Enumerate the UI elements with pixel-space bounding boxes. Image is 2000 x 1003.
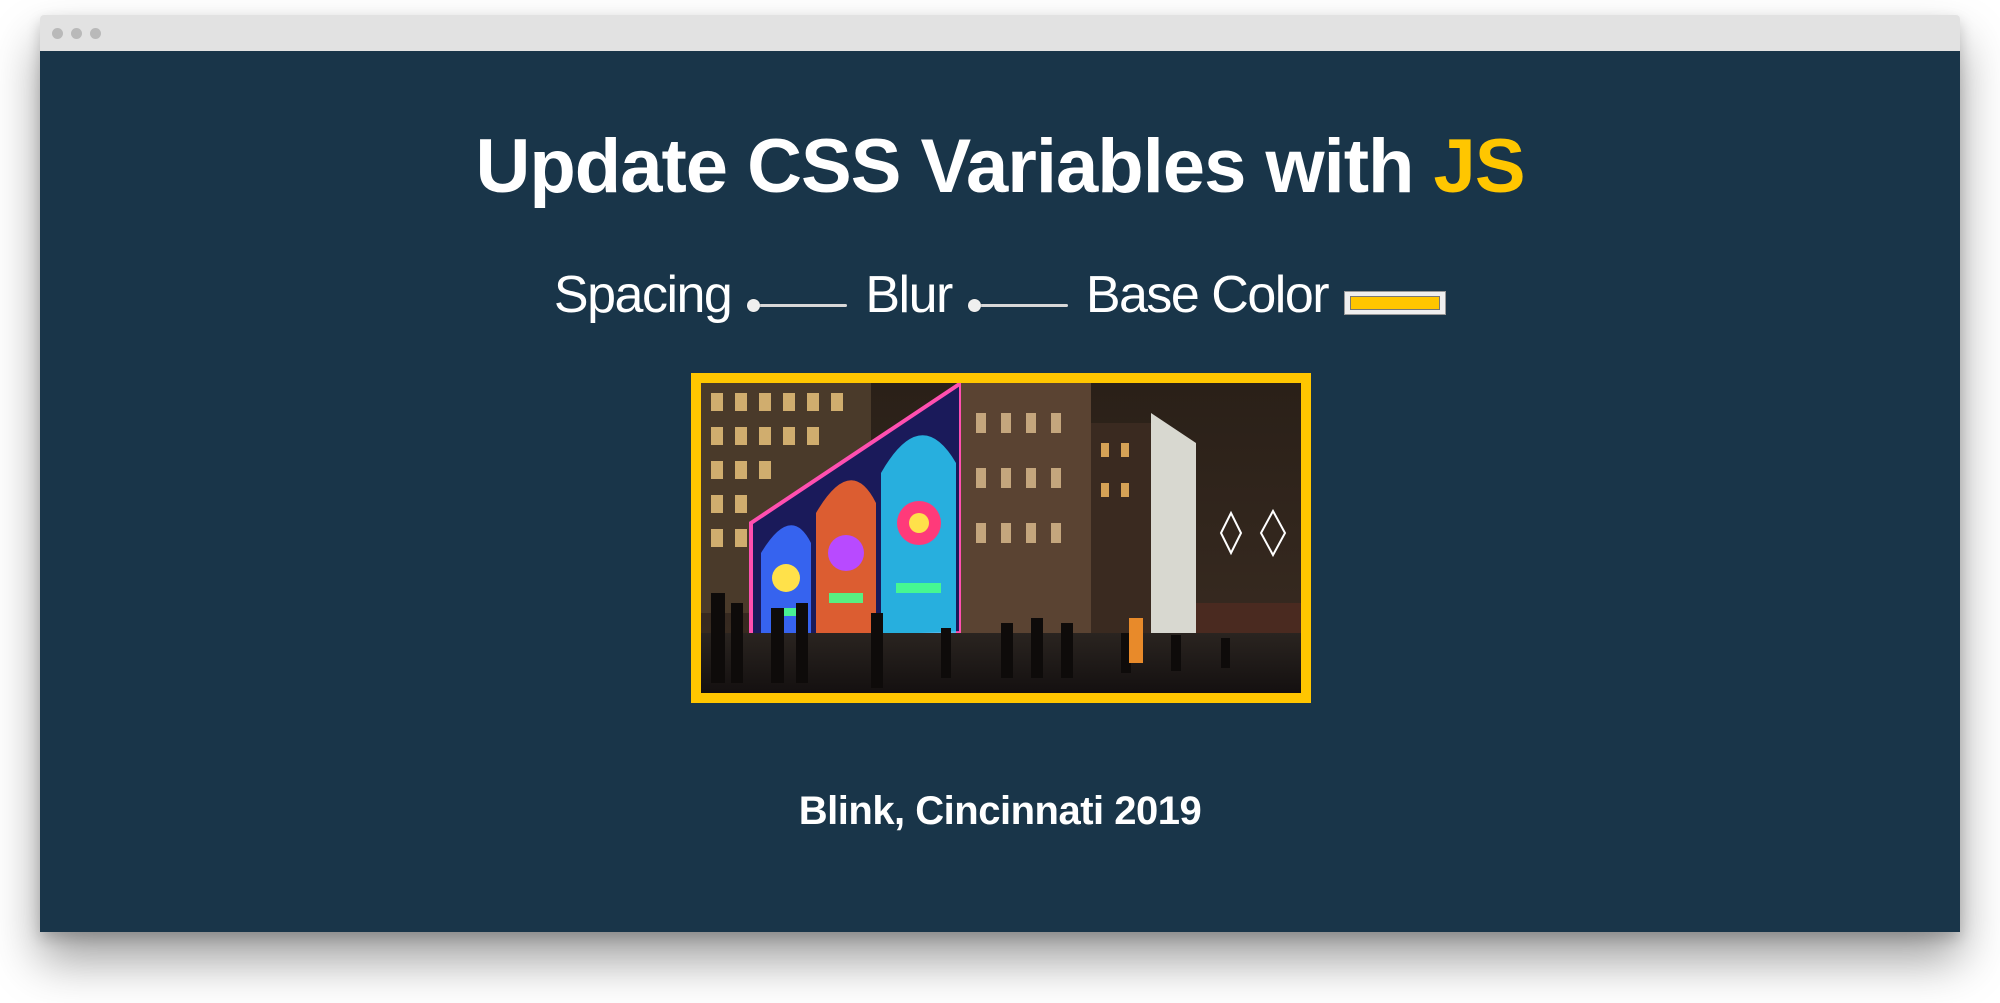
blur-slider-track[interactable] <box>971 304 1068 307</box>
browser-window: Update CSS Variables with JS Spacing Blu… <box>40 15 1960 932</box>
base-color-label: Base Color <box>1085 266 1330 324</box>
page-title-main: Update CSS Variables with <box>475 124 1434 209</box>
window-titlebar <box>40 15 1960 51</box>
page-content: Update CSS Variables with JS Spacing Blu… <box>40 51 1960 932</box>
blur-slider-thumb[interactable] <box>967 299 981 312</box>
page-title-highlight: JS <box>1433 124 1526 209</box>
featured-photo <box>691 373 1311 703</box>
page-title: Update CSS Variables with JS <box>40 129 1960 205</box>
photo-caption: Blink, Cincinnati 2019 <box>798 789 1202 833</box>
base-color-swatch[interactable] <box>1350 296 1441 310</box>
spacing-label: Spacing <box>553 266 733 324</box>
blur-label: Blur <box>865 266 953 324</box>
spacing-slider-track[interactable] <box>751 304 848 307</box>
base-color-picker[interactable] <box>1344 291 1447 315</box>
photo-icon <box>701 383 1301 693</box>
window-close-dot[interactable] <box>52 27 63 39</box>
window-zoom-dot[interactable] <box>90 27 101 39</box>
spacing-slider[interactable] <box>747 295 848 315</box>
window-minimize-dot[interactable] <box>71 27 82 39</box>
spacing-slider-thumb[interactable] <box>747 299 761 312</box>
controls-bar: Spacing Blur Base Color <box>40 269 1960 321</box>
blur-slider[interactable] <box>967 295 1068 315</box>
